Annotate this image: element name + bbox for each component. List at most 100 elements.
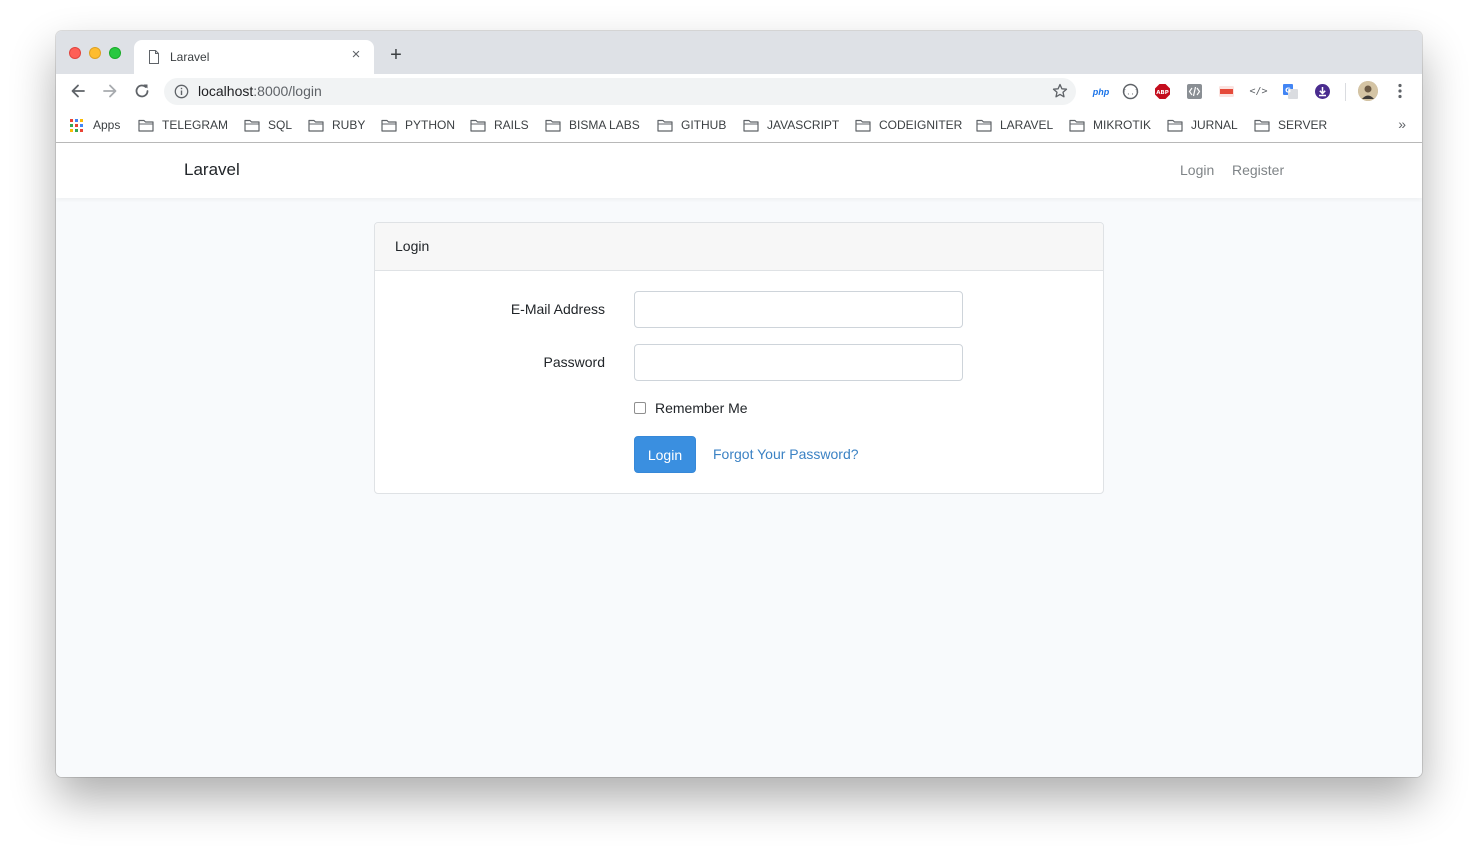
folder-icon <box>138 119 154 132</box>
bookmark-star-icon[interactable] <box>1052 83 1068 99</box>
bookmark-server[interactable]: SERVER <box>1254 116 1327 134</box>
more-menu-icon[interactable] <box>1392 82 1408 100</box>
bookmark-sql[interactable]: SQL <box>244 116 292 134</box>
email-label: E-Mail Address <box>510 301 605 317</box>
folder-icon <box>1254 119 1270 132</box>
url-host: localhost <box>198 83 254 99</box>
browser-toolbar: localhost:8000/login php {..} ABP </> G <box>56 74 1422 108</box>
tab-title: Laravel <box>170 50 210 64</box>
adblock-label: ABP <box>1156 90 1168 96</box>
avatar-glyph <box>1358 81 1378 101</box>
download-glyph <box>1315 84 1330 99</box>
maximize-window-button[interactable] <box>109 47 121 59</box>
folder-icon <box>545 119 561 132</box>
tab-laravel[interactable]: Laravel × <box>134 40 374 74</box>
password-input[interactable] <box>634 344 963 381</box>
apps-grid-icon <box>70 118 83 132</box>
translate-glyph: G <box>1283 84 1298 99</box>
more-bookmarks-icon[interactable]: » <box>1398 116 1406 132</box>
card-title: Login <box>395 238 430 254</box>
bookmark-label: PYTHON <box>405 118 456 132</box>
bookmark-github[interactable]: GITHUB <box>657 116 726 134</box>
folder-icon <box>381 119 397 132</box>
bookmark-telegram[interactable]: TELEGRAM <box>138 116 228 134</box>
pdf-extension-icon[interactable] <box>1218 83 1235 100</box>
web-developer-extension-icon[interactable] <box>1186 83 1203 100</box>
bookmark-apps-label: Apps <box>93 118 121 132</box>
forgot-password-link[interactable]: Forgot Your Password? <box>713 446 859 462</box>
bookmark-label: GITHUB <box>681 118 727 132</box>
bookmark-label: RUBY <box>332 118 366 132</box>
folder-icon <box>657 119 673 132</box>
brand-link[interactable]: Laravel <box>184 160 240 180</box>
bookmark-laravel[interactable]: LARAVEL <box>976 116 1053 134</box>
bookmark-label: JAVASCRIPT <box>767 118 840 132</box>
bookmark-label: JURNAL <box>1191 118 1238 132</box>
tab-strip: Laravel × + <box>56 31 1422 74</box>
folder-icon <box>244 119 260 132</box>
bookmark-label: CODEIGNITER <box>879 118 963 132</box>
adblock-extension-icon[interactable]: ABP <box>1154 83 1171 100</box>
card-header: Login <box>375 223 1103 271</box>
folder-icon <box>976 119 992 132</box>
bookmark-label: BISMA LABS <box>569 118 640 132</box>
bookmark-python[interactable]: PYTHON <box>381 116 455 134</box>
url-text[interactable]: localhost:8000/login <box>198 83 322 99</box>
profile-avatar[interactable] <box>1358 81 1378 101</box>
svg-text:G: G <box>1285 87 1291 95</box>
bookmark-apps[interactable]: Apps <box>70 116 120 134</box>
json-viewer-extension-icon[interactable]: {..} <box>1122 83 1139 100</box>
info-icon[interactable] <box>174 84 189 99</box>
folder-icon <box>1167 119 1183 132</box>
back-arrow-icon[interactable] <box>68 81 88 101</box>
address-bar[interactable]: localhost:8000/login <box>164 78 1076 105</box>
new-tab-button[interactable]: + <box>386 45 406 65</box>
remember-me-checkbox[interactable] <box>634 402 646 414</box>
password-label: Password <box>543 354 605 370</box>
bookmark-bisma-labs[interactable]: BISMA LABS <box>545 116 640 134</box>
bookmark-jurnal[interactable]: JURNAL <box>1167 116 1238 134</box>
bookmark-label: SERVER <box>1278 118 1328 132</box>
code-extension-icon[interactable]: </> <box>1249 83 1267 100</box>
json-viewer-glyph: {..} <box>1122 83 1139 100</box>
reload-icon[interactable] <box>132 81 152 101</box>
close-window-button[interactable] <box>69 47 81 59</box>
bookmark-javascript[interactable]: JAVASCRIPT <box>743 116 839 134</box>
folder-icon <box>470 119 486 132</box>
nav-register-link[interactable]: Register <box>1232 162 1284 178</box>
bookmark-mikrotik[interactable]: MIKROTIK <box>1069 116 1151 134</box>
pdf-glyph <box>1219 86 1234 97</box>
nav-login-link[interactable]: Login <box>1180 162 1214 178</box>
download-extension-icon[interactable] <box>1314 83 1331 100</box>
bookmark-label: LARAVEL <box>1000 118 1054 132</box>
bookmark-label: SQL <box>268 118 293 132</box>
bookmarks-bar: Apps TELEGRAM SQL RUBY PYTHON RAILS BISMA LAB… <box>56 108 1422 143</box>
email-input[interactable] <box>634 291 963 328</box>
page-icon <box>149 50 159 64</box>
bookmark-rails[interactable]: RAILS <box>470 116 529 134</box>
bookmark-label: MIKROTIK <box>1093 118 1152 132</box>
browser-window: Laravel × + localhost:8000/login php {..… <box>56 31 1422 777</box>
adblock-glyph: ABP <box>1155 84 1170 99</box>
minimize-window-button[interactable] <box>89 47 101 59</box>
url-path: :8000/login <box>253 83 322 99</box>
forward-arrow-icon[interactable] <box>100 81 120 101</box>
folder-icon <box>743 119 759 132</box>
php-extension-icon[interactable]: php <box>1090 83 1112 100</box>
remember-me-label[interactable]: Remember Me <box>655 400 748 416</box>
login-card: Login E-Mail Address Password Remember M… <box>374 222 1104 494</box>
bookmark-label: TELEGRAM <box>162 118 229 132</box>
bookmark-ruby[interactable]: RUBY <box>308 116 365 134</box>
login-button[interactable]: Login <box>634 436 696 473</box>
google-translate-extension-icon[interactable]: G <box>1282 83 1299 100</box>
close-tab-icon[interactable]: × <box>348 47 364 63</box>
app-navbar: Laravel Login Register <box>56 143 1422 198</box>
bookmark-codeigniter[interactable]: CODEIGNITER <box>855 116 962 134</box>
svg-text:{..}: {..} <box>1122 89 1139 97</box>
folder-icon <box>855 119 871 132</box>
folder-icon <box>1069 119 1085 132</box>
folder-icon <box>308 119 324 132</box>
toolbar-separator <box>1345 83 1346 101</box>
page-content: Laravel Login Register Login E-Mail Addr… <box>56 143 1422 777</box>
bookmark-label: RAILS <box>494 118 529 132</box>
